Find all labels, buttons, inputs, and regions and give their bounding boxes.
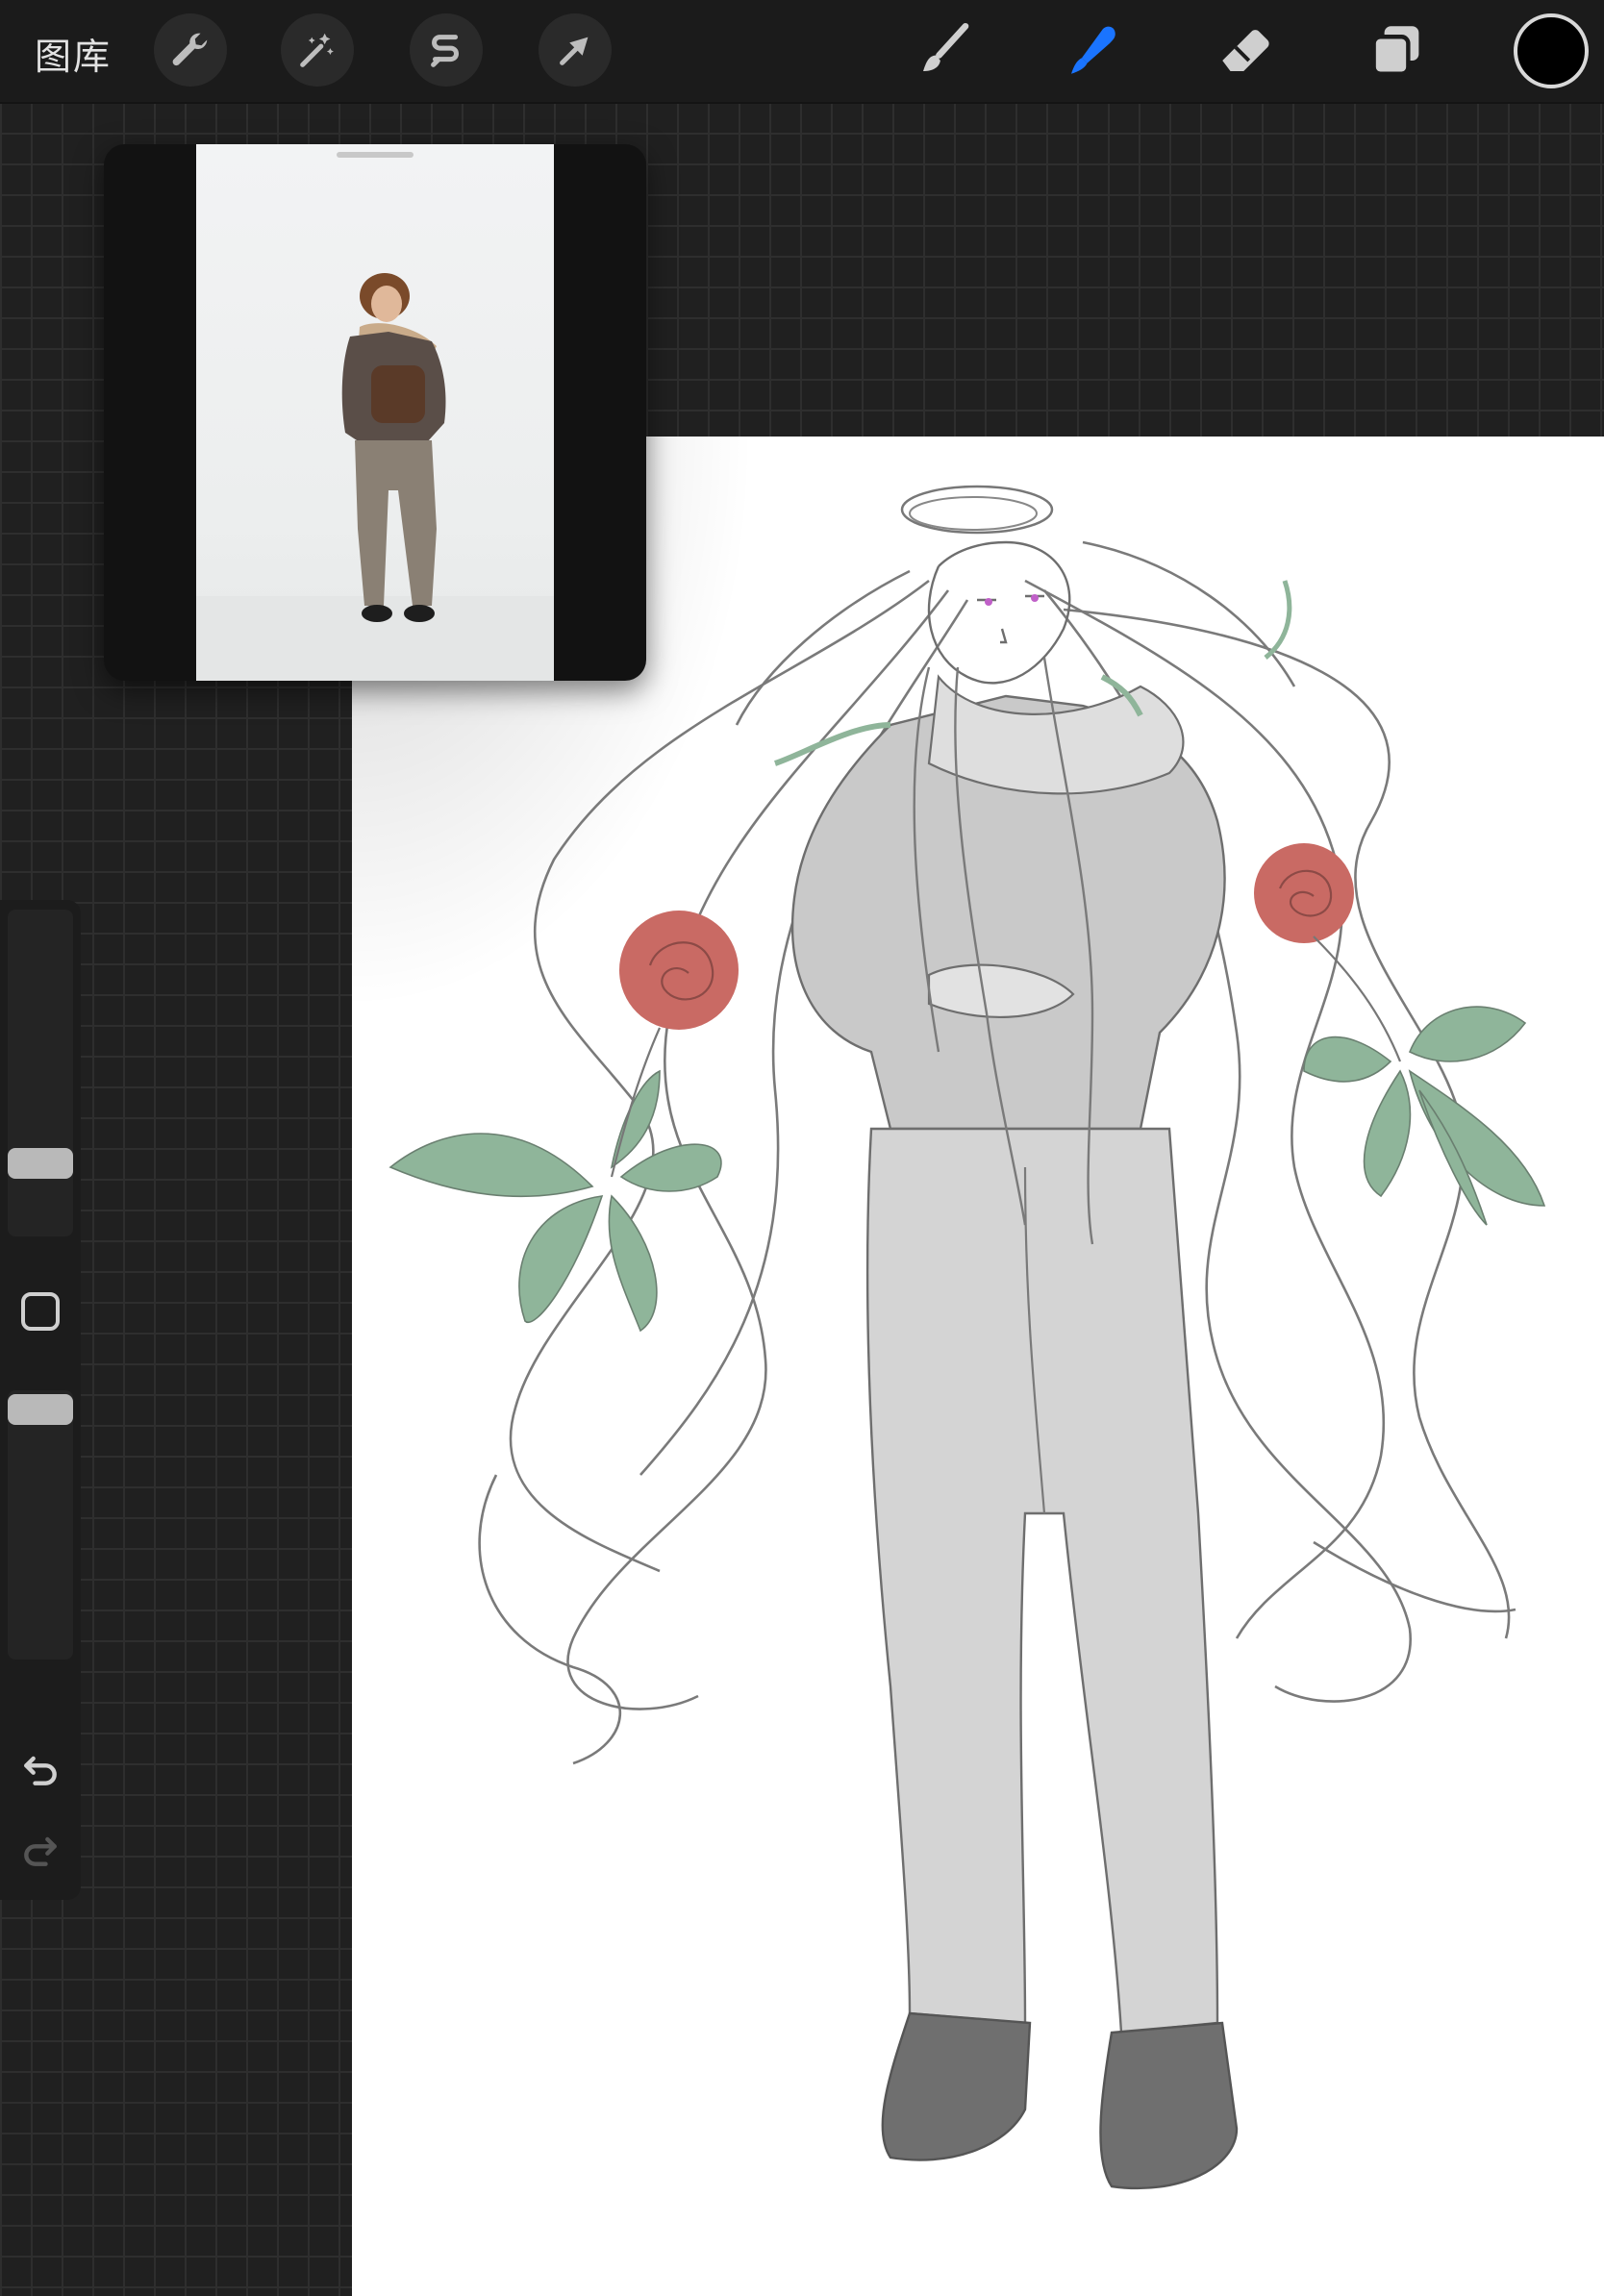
sketch-artwork <box>388 485 1546 2190</box>
eye-highlight <box>985 598 992 606</box>
opacity-thumb[interactable] <box>8 1394 73 1425</box>
magic-wand-icon <box>300 33 334 67</box>
redo-icon[interactable] <box>19 1829 62 1871</box>
brush-size-thumb[interactable] <box>8 1148 73 1179</box>
brush-button[interactable] <box>908 13 981 87</box>
opacity-slider[interactable] <box>8 1390 73 1660</box>
reference-person-illustration <box>196 273 554 681</box>
selection-button[interactable] <box>410 13 483 87</box>
undo-icon[interactable] <box>19 1748 62 1790</box>
pants-shape <box>865 1127 1219 2034</box>
leaf-accent <box>1264 580 1292 660</box>
wrench-icon <box>172 33 208 66</box>
gallery-link[interactable]: 图库 <box>35 27 112 80</box>
transform-button[interactable] <box>539 13 612 87</box>
halo-stroke <box>909 496 1038 531</box>
layers-button[interactable] <box>1360 13 1433 87</box>
layers-icon <box>1371 26 1419 76</box>
color-picker-button[interactable] <box>1514 13 1589 88</box>
arrow-cursor-icon <box>560 37 589 65</box>
leaves-left <box>388 1069 722 1333</box>
leaves-right <box>1303 1006 1546 1226</box>
eye-highlight <box>1031 594 1039 602</box>
eraser-button[interactable] <box>1210 13 1283 87</box>
right-shoe <box>1099 2021 1239 2190</box>
left-shoe <box>881 2011 1032 2161</box>
drawing-canvas[interactable] <box>352 437 1604 2296</box>
selection-s-icon <box>431 35 460 67</box>
smudge-finger-icon <box>1071 26 1115 74</box>
modify-button[interactable] <box>21 1292 60 1331</box>
reference-photo <box>196 144 554 681</box>
brush-icon <box>923 22 969 71</box>
reference-drag-handle[interactable] <box>337 152 414 158</box>
adjustments-button[interactable] <box>281 13 354 87</box>
eraser-icon <box>1222 30 1269 71</box>
rose-left <box>619 911 739 1030</box>
actions-button[interactable] <box>154 13 227 87</box>
brush-size-slider[interactable] <box>8 910 73 1236</box>
halo-stroke <box>900 485 1054 535</box>
scarf-shape <box>927 674 1185 795</box>
reference-window[interactable] <box>104 144 646 681</box>
top-toolbar: 图库 <box>0 0 1604 104</box>
face-strokes <box>927 540 1071 685</box>
smudge-button[interactable] <box>1056 13 1129 87</box>
left-sidebar <box>0 900 81 1900</box>
